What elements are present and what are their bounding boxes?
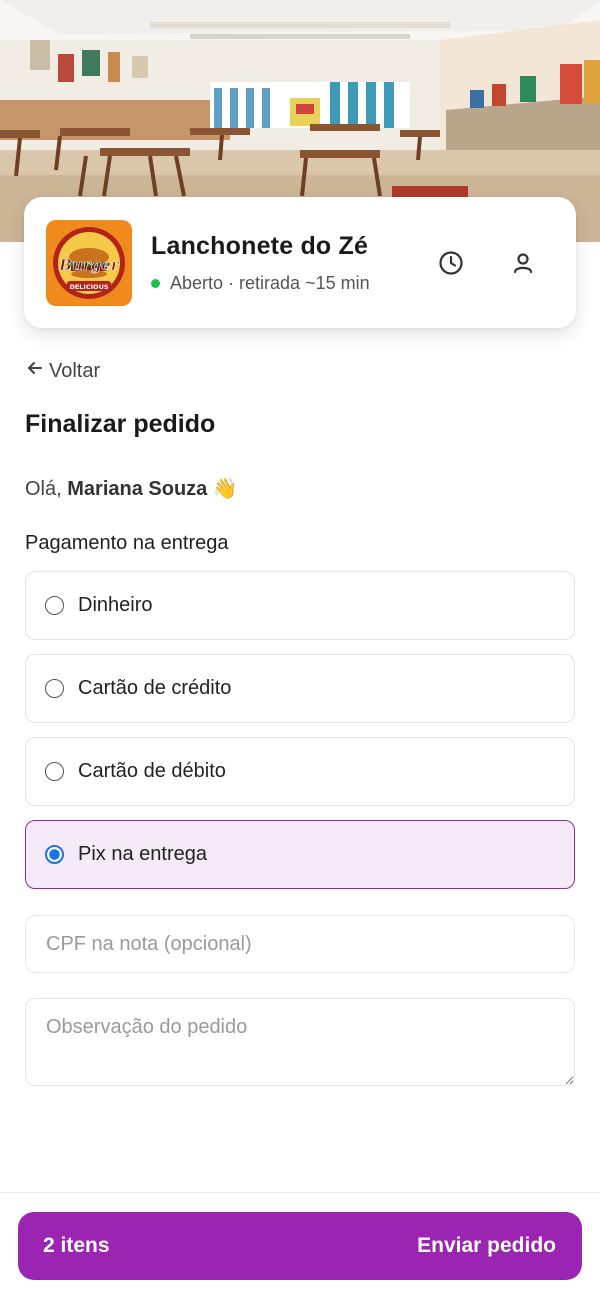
submit-order-label: Enviar pedido bbox=[417, 1234, 556, 1257]
radio-button[interactable] bbox=[45, 679, 64, 698]
payment-option-cartao-credito[interactable]: Cartão de crédito bbox=[25, 654, 575, 723]
payment-option-label: Cartão de débito bbox=[78, 760, 226, 782]
submit-order-button[interactable]: 2 itens Enviar pedido bbox=[18, 1212, 582, 1280]
payment-section-label: Pagamento na entrega bbox=[25, 532, 229, 554]
radio-button[interactable] bbox=[45, 762, 64, 781]
store-logo: Burger DELICIOUS bbox=[46, 219, 132, 306]
user-icon[interactable] bbox=[504, 244, 542, 282]
waving-hand-icon: 👋 bbox=[212, 478, 238, 500]
logo-wordmark: Burger bbox=[58, 256, 120, 274]
store-header-card: Burger DELICIOUS Lanchonete do Zé Aberto… bbox=[24, 197, 576, 328]
greeting-prefix: Olá, bbox=[25, 478, 62, 500]
payment-option-label: Cartão de crédito bbox=[78, 677, 232, 699]
payment-option-label: Dinheiro bbox=[78, 594, 153, 616]
cart-items-count: 2 itens bbox=[43, 1234, 110, 1257]
store-status: Aberto · retirada ~15 min bbox=[151, 273, 432, 294]
back-link[interactable]: Voltar bbox=[25, 358, 100, 384]
greeting: Olá, Mariana Souza 👋 bbox=[25, 476, 238, 501]
cpf-input[interactable] bbox=[25, 915, 575, 973]
payment-option-dinheiro[interactable]: Dinheiro bbox=[25, 571, 575, 640]
radio-button[interactable] bbox=[45, 596, 64, 615]
arrow-left-icon bbox=[25, 358, 45, 384]
radio-button-selected[interactable] bbox=[45, 845, 64, 864]
clock-icon[interactable] bbox=[432, 244, 470, 282]
payment-option-label: Pix na entrega bbox=[78, 843, 207, 865]
customer-name: Mariana Souza bbox=[67, 478, 213, 500]
order-notes-textarea[interactable] bbox=[25, 998, 575, 1086]
page-title: Finalizar pedido bbox=[25, 410, 216, 438]
open-status-dot bbox=[151, 278, 160, 288]
payment-option-pix[interactable]: Pix na entrega bbox=[25, 820, 575, 889]
payment-option-cartao-debito[interactable]: Cartão de débito bbox=[25, 737, 575, 806]
back-label: Voltar bbox=[49, 359, 101, 382]
logo-subtext: DELICIOUS bbox=[69, 283, 108, 291]
footer-divider bbox=[0, 1192, 600, 1193]
store-status-text: Aberto · retirada ~15 min bbox=[170, 272, 370, 293]
store-name: Lanchonete do Zé bbox=[151, 231, 369, 260]
